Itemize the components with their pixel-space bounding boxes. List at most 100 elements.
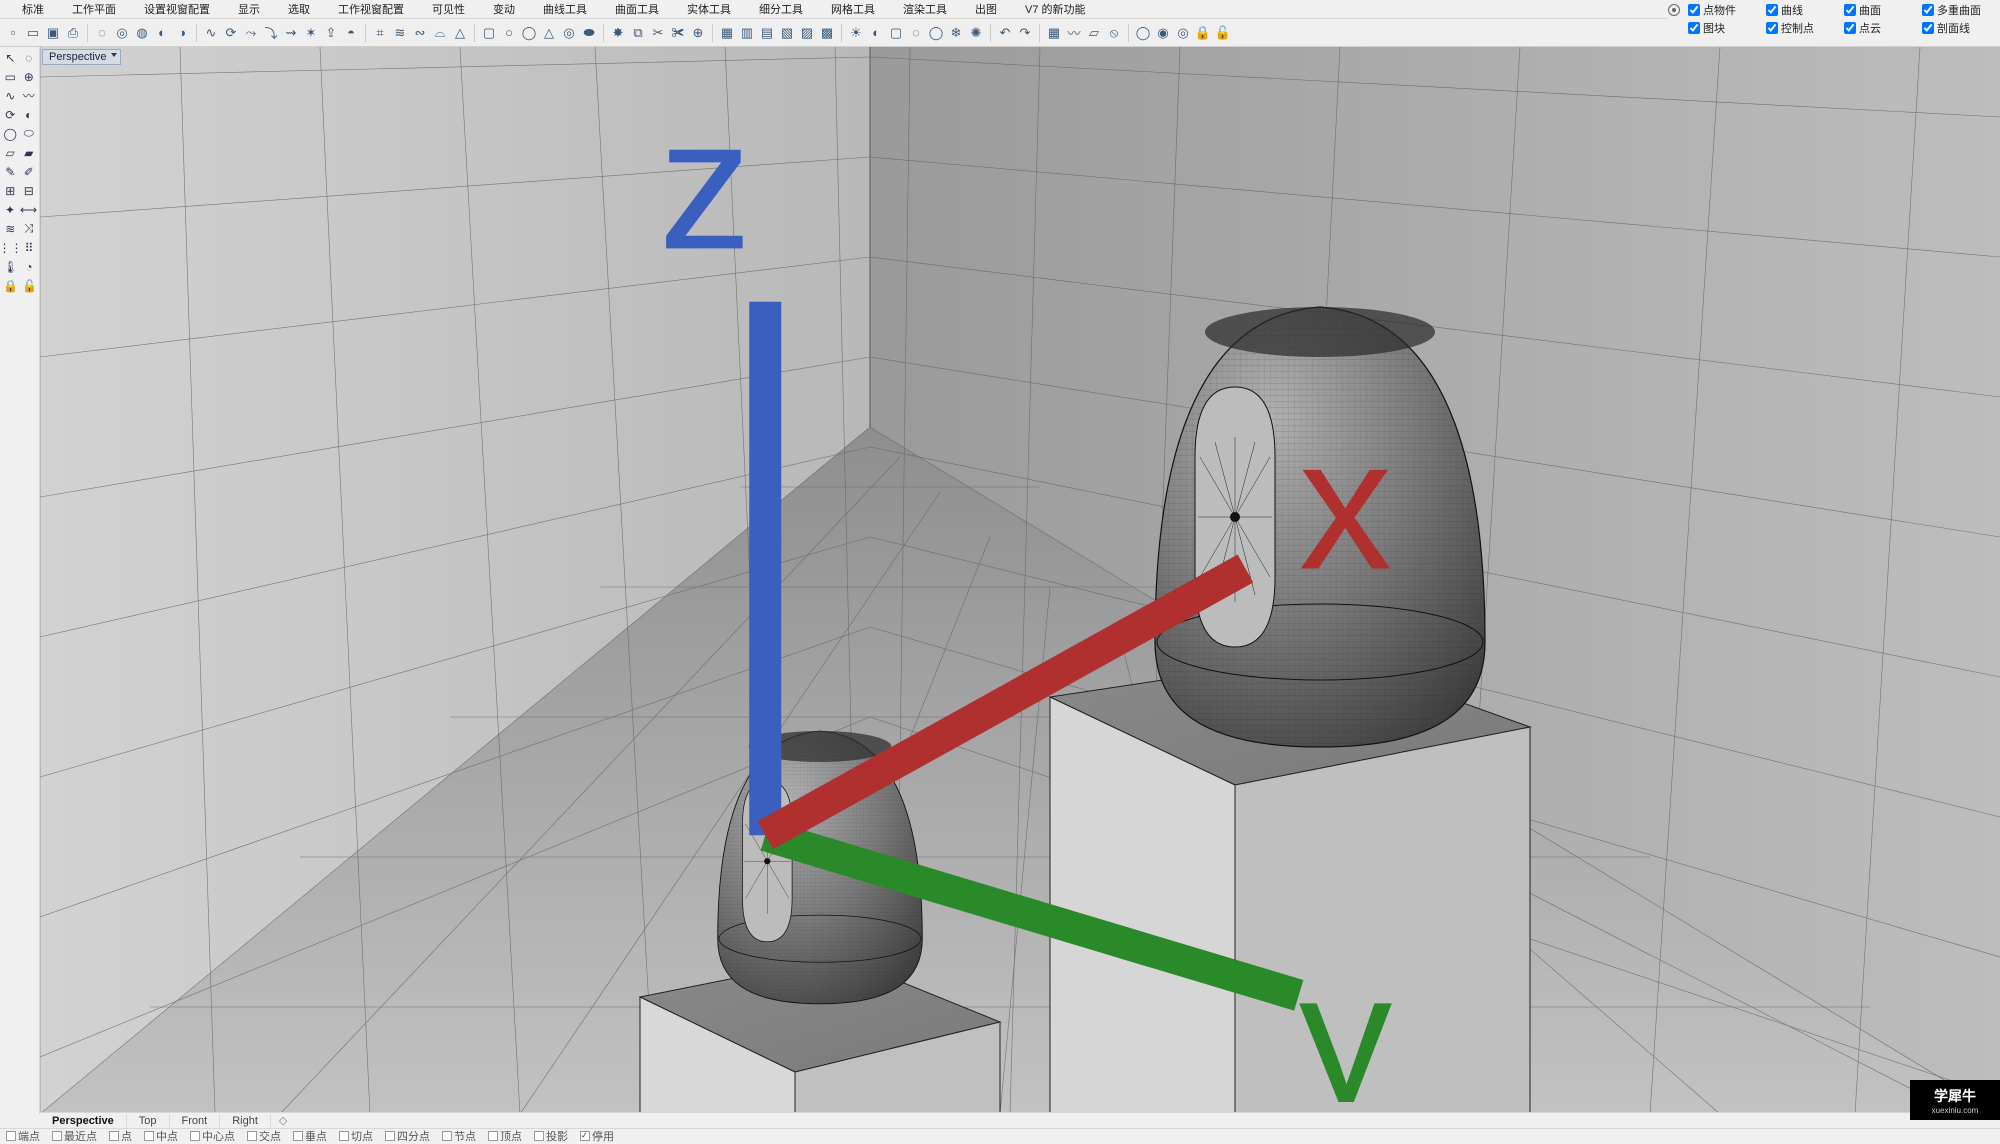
osnap-四分点[interactable]: 四分点 [379,1128,436,1144]
tool-torus-icon[interactable]: ◎ [560,23,578,43]
osnap-最近点[interactable]: 最近点 [46,1128,103,1144]
perspective-viewport[interactable]: z x y [40,47,2000,1114]
menu-item[interactable]: 变动 [479,1,529,17]
tool-explode-icon[interactable]: ✸ [609,23,627,43]
tool-sweep2-icon[interactable]: ⤵ [262,23,280,43]
sidetool-dim-icon[interactable]: ⟷ [20,201,37,218]
tool-hide-icon[interactable]: ◯ [1134,23,1152,43]
tool-trim-icon[interactable]: ✀ [669,23,687,43]
tool-unlock-icon[interactable]: 🔓 [1214,23,1232,43]
tool-cyl-icon[interactable]: ◯ [520,23,538,43]
osnap-交点[interactable]: 交点 [241,1128,287,1144]
tool-cone-icon[interactable]: △ [540,23,558,43]
tool-pipe-icon[interactable]: ⬬ [580,23,598,43]
filter-points[interactable]: 点物件 [1688,2,1766,18]
osnap-节点[interactable]: 节点 [436,1128,482,1144]
filter-surfaces[interactable]: 曲面 [1844,2,1922,18]
tool-cplane-3-icon[interactable]: ◐ [153,23,171,43]
tool-raytrace-icon[interactable]: ✺ [967,23,985,43]
tool-sphere-icon[interactable]: ○ [500,23,518,43]
sidetool-ellipse-icon[interactable]: ◯ [2,125,19,142]
filter-pointcloud[interactable]: 点云 [1844,20,1922,36]
sidetool-surf1-icon[interactable]: ▱ [2,144,19,161]
tool-mesh5-icon[interactable]: ▨ [798,23,816,43]
tool-show-icon[interactable]: ◉ [1154,23,1172,43]
filter-polysrf[interactable]: 多重曲面 [1922,2,2000,18]
sidetool-curve1-icon[interactable]: ∿ [2,87,19,104]
tool-cage-icon[interactable]: ⌗ [371,23,389,43]
menu-item[interactable]: V7 的新功能 [1011,1,1100,17]
viewport-tab-top[interactable]: Top [127,1115,170,1127]
tool-dcurve-icon[interactable]: 〰 [1065,23,1083,43]
menu-item[interactable]: 实体工具 [673,1,745,17]
sidetool-flow-icon[interactable]: ≋ [2,220,19,237]
tool-wire-icon[interactable]: ▢ [887,23,905,43]
tool-xray-icon[interactable]: ◌ [907,23,925,43]
menu-item[interactable]: 可见性 [418,1,479,17]
tool-arctic-icon[interactable]: ❄ [947,23,965,43]
tool-twist-icon[interactable]: ∾ [411,23,429,43]
menu-item[interactable]: 网格工具 [817,1,889,17]
tool-mesh6-icon[interactable]: ▩ [818,23,836,43]
sidetool-dots-icon[interactable]: ⠿ [21,239,37,256]
tool-lock-icon[interactable]: 🔒 [1194,23,1212,43]
filter-hatch[interactable]: 剖面线 [1922,20,2000,36]
menu-item[interactable]: 标准 [8,1,58,17]
tool-cplane-w-icon[interactable]: ◍ [133,23,151,43]
sidetool-gauge-icon[interactable]: ◔ [21,258,37,275]
tool-save-icon[interactable]: ▣ [44,23,62,43]
sidetool-array-icon[interactable]: ⋮⋮ [2,239,19,256]
menu-item[interactable]: 细分工具 [745,1,817,17]
tool-render-icon[interactable]: ☀ [847,23,865,43]
tool-undo-icon[interactable]: ↶ [996,23,1014,43]
sidetool-edit1-icon[interactable]: ✎ [2,163,19,180]
osnap-顶点[interactable]: 顶点 [482,1128,528,1144]
add-viewport-icon[interactable]: ◇ [271,1114,295,1127]
viewport-tab-right[interactable]: Right [220,1115,271,1127]
tool-ghost-icon[interactable]: ◯ [927,23,945,43]
sidetool-temp-icon[interactable]: 🌡 [2,258,19,275]
menu-item[interactable]: 选取 [274,1,324,17]
tool-revolve-icon[interactable]: ⟳ [222,23,240,43]
sidetool-analyze-icon[interactable]: ✦ [2,201,18,218]
sidetool-lock-icon[interactable]: 🔒 [2,277,19,294]
tool-print-icon[interactable]: ⎙ [64,23,82,43]
osnap-端点[interactable]: 端点 [0,1128,46,1144]
menu-item[interactable]: 出图 [961,1,1011,17]
menu-item[interactable]: 工作平面 [58,1,130,17]
osnap-投影[interactable]: 投影 [528,1128,574,1144]
sidetool-lathe-icon[interactable]: ◐ [21,106,38,123]
sidetool-surf2-icon[interactable]: ▰ [21,144,38,161]
menu-item[interactable]: 曲线工具 [529,1,601,17]
sidetool-pointer-icon[interactable]: ↖ [2,49,19,66]
sidetool-bool-icon[interactable]: ⊕ [21,68,38,85]
tool-mesh4-icon[interactable]: ▧ [778,23,796,43]
sidetool-unlock-icon[interactable]: 🔓 [21,277,38,294]
tool-sweep1-icon[interactable]: ⤳ [242,23,260,43]
tool-dpoly-icon[interactable]: ▱ [1085,23,1103,43]
filter-curves[interactable]: 曲线 [1766,2,1844,18]
sidetool-morph-icon[interactable]: ⤨ [21,220,38,237]
sidetool-revolve-icon[interactable]: ⟳ [2,106,19,123]
osnap-中点[interactable]: 中点 [138,1128,184,1144]
tool-split-icon[interactable]: ✂ [649,23,667,43]
sidetool-lasso-icon[interactable]: ◌ [21,49,38,66]
tool-dnone-icon[interactable]: ⦸ [1105,23,1123,43]
menu-item[interactable]: 设置视窗配置 [130,1,224,17]
tool-cplane-o-icon[interactable]: ◌ [93,23,111,43]
tool-open-icon[interactable]: ▭ [24,23,42,43]
tool-new-icon[interactable]: ▫ [4,23,22,43]
sidetool-box-sel-icon[interactable]: ▭ [2,68,19,85]
filter-ctrlpts[interactable]: 控制点 [1766,20,1844,36]
sidetool-curve2-icon[interactable]: 〰 [21,87,38,104]
tool-rail-icon[interactable]: ⇝ [282,23,300,43]
osnap-中心点[interactable]: 中心点 [184,1128,241,1144]
osnap-切点[interactable]: 切点 [333,1128,379,1144]
tool-cplane-x-icon[interactable]: ◎ [113,23,131,43]
tool-mesh1-icon[interactable]: ▦ [718,23,736,43]
tool-shade-icon[interactable]: ◐ [867,23,885,43]
tool-box-icon[interactable]: ▢ [480,23,498,43]
sidetool-boolB-icon[interactable]: ⊟ [21,182,38,199]
tool-taper-icon[interactable]: △ [451,23,469,43]
tool-bend-icon[interactable]: ⌓ [431,23,449,43]
